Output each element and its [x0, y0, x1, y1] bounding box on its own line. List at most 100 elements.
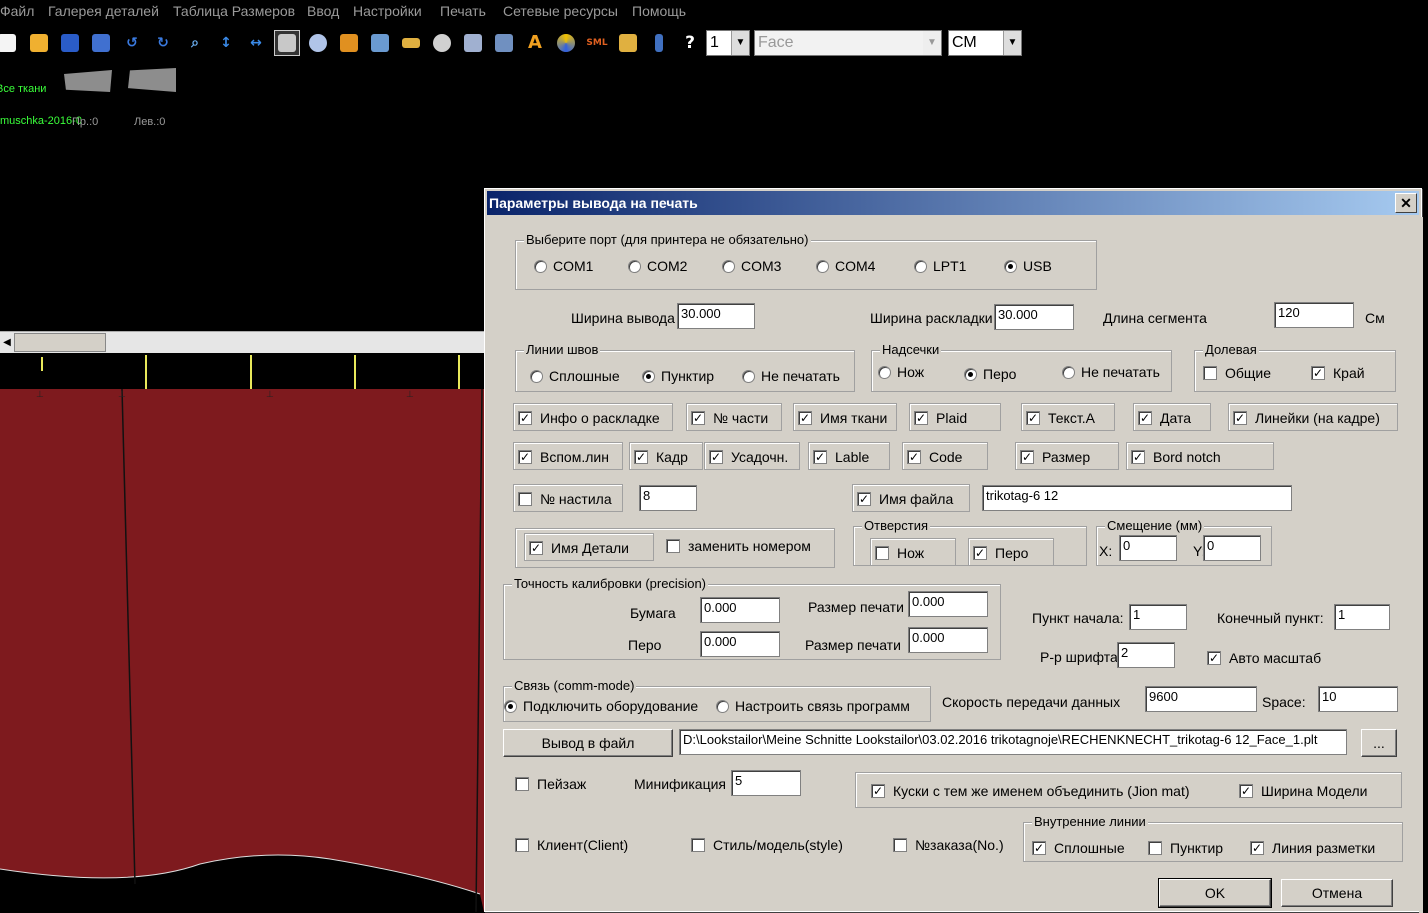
horizontal-arrows-icon[interactable]: ↔ — [243, 30, 269, 56]
browse-button[interactable]: ... — [1361, 729, 1397, 757]
file-name-checkbox[interactable]: ✓ Имя файла — [857, 491, 953, 507]
horizontal-scrollbar[interactable]: ◀ — [0, 331, 484, 353]
frame-checkbox[interactable]: ✓ Кадр — [634, 449, 688, 465]
port-usb-radio[interactable]: USB — [1004, 258, 1052, 274]
output-width-input[interactable]: 30.000 — [677, 303, 755, 329]
port-lpt1-radio[interactable]: LPT1 — [914, 258, 966, 274]
notch-knife-radio[interactable]: Нож — [878, 364, 924, 380]
menu-help[interactable]: Помощь — [632, 3, 686, 19]
scroll-thumb[interactable] — [14, 333, 106, 352]
fabric-name-checkbox[interactable]: ✓ Имя ткани — [798, 410, 887, 426]
layout-canvas[interactable]: ⊥ ⊥ ⊥ ⊥ — [0, 389, 484, 912]
model-width-checkbox[interactable]: ✓ Ширина Модели — [1239, 783, 1367, 799]
print-size-input-1[interactable]: 0.000 — [908, 591, 988, 617]
seam-solid-radio[interactable]: Сплошные — [530, 368, 620, 384]
inner-dashed-checkbox[interactable]: Пунктир — [1148, 840, 1223, 856]
close-icon[interactable]: ✕ — [1395, 193, 1417, 213]
undo-icon[interactable]: ↺ — [119, 30, 145, 56]
save-as-icon[interactable] — [88, 30, 114, 56]
menu-file[interactable]: Файл — [0, 3, 34, 19]
comm-connect-radio[interactable]: Подключить оборудование — [504, 698, 698, 714]
replace-number-checkbox[interactable]: заменить номером — [666, 538, 811, 554]
export-icon[interactable] — [367, 30, 393, 56]
output-to-file-button[interactable]: Вывод в файл — [503, 729, 673, 757]
bord-notch-checkbox[interactable]: ✓ Bord notch — [1131, 449, 1221, 465]
layout-info-checkbox[interactable]: ✓ Инфо о раскладке — [518, 410, 660, 426]
port-com1-radio[interactable]: COM1 — [534, 258, 593, 274]
text-icon[interactable]: A — [522, 30, 548, 56]
sml-icon[interactable]: SML — [584, 30, 610, 56]
paper-input[interactable]: 0.000 — [700, 597, 780, 623]
inner-solid-checkbox[interactable]: ✓ Сплошные — [1032, 840, 1125, 856]
offset-y-input[interactable]: 0 — [1203, 535, 1261, 561]
file-name-input[interactable]: trikotag-6 12 — [982, 485, 1292, 511]
new-file-icon[interactable] — [0, 30, 20, 56]
menu-details-gallery[interactable]: Галерея деталей — [48, 3, 159, 19]
port-com4-radio[interactable]: COM4 — [816, 258, 875, 274]
dialog-titlebar[interactable]: Параметры вывода на печать ✕ — [487, 191, 1419, 215]
auto-scale-checkbox[interactable]: ✓ Авто масштаб — [1207, 650, 1321, 666]
shrinkage-checkbox[interactable]: ✓ Усадочн. — [709, 449, 788, 465]
color-wheel-icon[interactable] — [553, 30, 579, 56]
notch-noprint-radio[interactable]: Не печатать — [1062, 364, 1160, 380]
print-layout-icon[interactable] — [274, 30, 300, 56]
dialog-scrollbar[interactable] — [1419, 217, 1423, 913]
grain-general-checkbox[interactable]: Общие — [1203, 365, 1271, 381]
unit-select[interactable]: СМ ▼ — [948, 30, 1022, 56]
save-icon[interactable] — [57, 30, 83, 56]
eraser-icon[interactable] — [460, 30, 486, 56]
menu-settings[interactable]: Настройки — [353, 3, 422, 19]
end-point-input[interactable]: 1 — [1334, 604, 1390, 630]
grain-edge-checkbox[interactable]: ✓ Край — [1311, 365, 1365, 381]
menu-network[interactable]: Сетевые ресурсы — [503, 3, 618, 19]
face-select[interactable]: Face ▼ — [754, 30, 942, 56]
plaid-checkbox[interactable]: ✓ Plaid — [914, 410, 967, 426]
menu-size-table[interactable]: Таблица Размеров — [173, 3, 295, 19]
comm-setup-radio[interactable]: Настроить связь программ — [716, 698, 910, 714]
cancel-button[interactable]: Отмена — [1281, 879, 1393, 907]
film-icon[interactable] — [305, 30, 331, 56]
rulers-checkbox[interactable]: ✓ Линейки (на кадре) — [1233, 410, 1380, 426]
detail-name-checkbox[interactable]: ✓ Имя Детали — [529, 540, 629, 556]
help-icon[interactable]: ? — [677, 30, 703, 56]
port-com3-radio[interactable]: COM3 — [722, 258, 781, 274]
print-size-input-2[interactable]: 0.000 — [908, 627, 988, 653]
menu-input[interactable]: Ввод — [307, 3, 339, 19]
ruler-icon[interactable] — [398, 30, 424, 56]
minification-input[interactable]: 5 — [731, 770, 801, 796]
output-path-input[interactable]: D:\Lookstailor\Meine Schnitte Lookstailo… — [679, 729, 1347, 755]
inner-marking-checkbox[interactable]: ✓ Линия разметки — [1250, 840, 1375, 856]
label-checkbox[interactable]: ✓ Lable — [813, 449, 869, 465]
join-pieces-checkbox[interactable]: ✓ Куски с тем же именем объединить (Jion … — [871, 783, 1190, 799]
menu-print[interactable]: Печать — [440, 3, 486, 19]
space-input[interactable]: 10 — [1318, 686, 1398, 712]
ply-number-input[interactable]: 8 — [639, 485, 697, 511]
seam-noprint-radio[interactable]: Не печатать — [742, 368, 840, 384]
segment-length-input[interactable]: 120 — [1274, 302, 1354, 328]
fabric-thumbnail[interactable] — [128, 68, 176, 92]
text-a-checkbox[interactable]: ✓ Текст.А — [1026, 410, 1095, 426]
notch-pen-radio[interactable]: Перо — [964, 366, 1016, 382]
zoom-icon[interactable]: ⌕ — [182, 30, 208, 56]
open-folder-icon[interactable] — [26, 30, 52, 56]
holes-knife-checkbox[interactable]: Нож — [875, 545, 924, 561]
vertical-arrows-icon[interactable]: ↕ — [213, 30, 239, 56]
seam-dashed-radio[interactable]: Пунктир — [642, 368, 714, 384]
client-checkbox[interactable]: Клиент(Client) — [515, 837, 628, 853]
ok-button[interactable]: OK — [1158, 878, 1272, 908]
spool-icon[interactable] — [429, 30, 455, 56]
all-fabrics-label[interactable]: Все ткани — [0, 83, 46, 95]
holes-pen-checkbox[interactable]: ✓ Перо — [973, 545, 1028, 561]
date-checkbox[interactable]: ✓ Дата — [1138, 410, 1191, 426]
order-number-checkbox[interactable]: №заказа(No.) — [893, 837, 1004, 853]
redo-icon[interactable]: ↻ — [150, 30, 176, 56]
size-checkbox[interactable]: ✓ Размер — [1020, 449, 1090, 465]
part-number-checkbox[interactable]: ✓ № части — [691, 410, 768, 426]
style-checkbox[interactable]: Стиль/модель(style) — [691, 837, 843, 853]
landscape-checkbox[interactable]: Пейзаж — [515, 776, 586, 792]
scroll-left-icon[interactable]: ◀ — [0, 332, 14, 353]
aux-lines-checkbox[interactable]: ✓ Вспом.лин — [518, 449, 609, 465]
font-size-input[interactable]: 2 — [1117, 642, 1175, 668]
table-icon[interactable] — [615, 30, 641, 56]
ply-number-checkbox[interactable]: № настила — [518, 491, 612, 507]
